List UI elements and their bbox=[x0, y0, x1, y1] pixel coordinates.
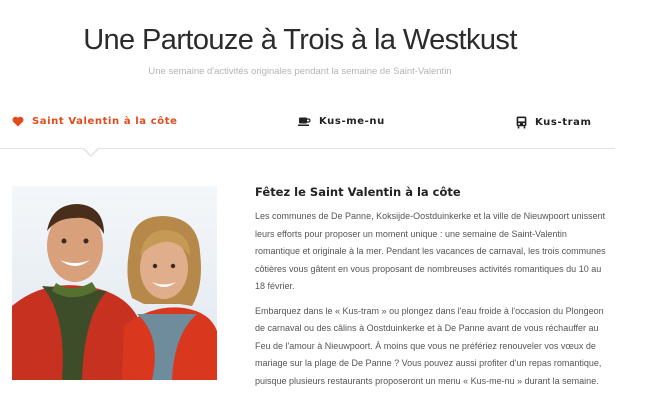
heart-icon bbox=[12, 116, 24, 127]
tab-label: Kus-tram bbox=[535, 117, 592, 128]
article: Fêtez le Saint Valentin à la côte Les co… bbox=[255, 185, 610, 397]
tab-kus-tram[interactable]: Kus-tram bbox=[516, 116, 591, 129]
tab-bar: Saint Valentin à la côte Kus-me-nu Kus-t… bbox=[0, 106, 615, 149]
tab-label: Kus-me-nu bbox=[319, 116, 385, 127]
coffee-cup-icon bbox=[298, 116, 311, 127]
article-paragraph: Embarquez dans le « Kus-tram » ou plonge… bbox=[255, 305, 604, 386]
tram-icon bbox=[516, 116, 527, 129]
article-heading: Fêtez le Saint Valentin à la côte bbox=[255, 185, 461, 199]
page-title: Une Partouze à Trois à la Westkust bbox=[83, 24, 517, 56]
tab-label: Saint Valentin à la côte bbox=[32, 116, 178, 127]
tab-saint-valentin[interactable]: Saint Valentin à la côte bbox=[12, 116, 177, 127]
couple-photo bbox=[12, 186, 217, 380]
page-subtitle: Une semaine d'activités originales penda… bbox=[148, 66, 452, 77]
article-paragraph: Les communes de De Panne, Koksijde-Oostd… bbox=[255, 211, 606, 291]
tab-kus-me-nu[interactable]: Kus-me-nu bbox=[298, 116, 385, 127]
